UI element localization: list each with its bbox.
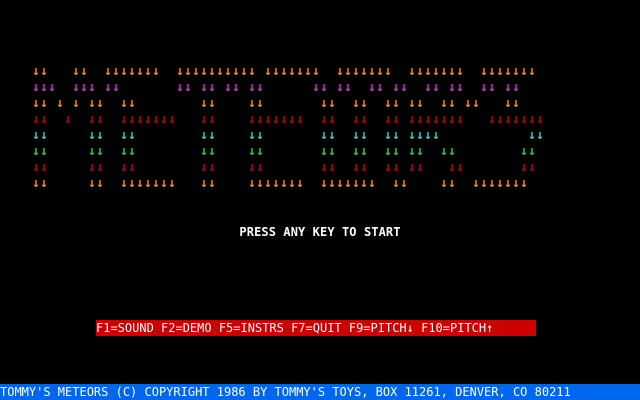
- title-logo-row: ↓↓ ↓↓ ↓↓↓↓↓↓↓ ↓↓↓↓↓↓↓↓↓↓ ↓↓↓↓↓↓↓ ↓↓↓↓↓↓↓…: [32, 64, 536, 79]
- press-any-key-prompt: PRESS ANY KEY TO START: [239, 225, 401, 239]
- meteors-title-logo: ↓↓ ↓↓ ↓↓↓↓↓↓↓ ↓↓↓↓↓↓↓↓↓↓ ↓↓↓↓↓↓↓ ↓↓↓↓↓↓↓…: [32, 64, 576, 192]
- copyright-status-bar: TOMMY'S METEORS (C) COPYRIGHT 1986 BY TO…: [0, 384, 640, 400]
- title-logo-row: ↓↓ ↓↓ ↓↓ ↓↓ ↓↓ ↓↓ ↓↓ ↓↓ ↓↓↓↓ ↓↓: [32, 128, 544, 143]
- function-key-bar: F1=SOUND F2=DEMO F5=INSTRS F7=QUIT F9=PI…: [96, 320, 536, 336]
- copyright-text: TOMMY'S METEORS (C) COPYRIGHT 1986 BY TO…: [0, 385, 571, 399]
- title-logo-row: ↓↓ ↓ ↓↓ ↓↓↓↓↓↓↓ ↓↓ ↓↓↓↓↓↓↓ ↓↓ ↓↓ ↓↓ ↓↓↓↓…: [32, 112, 544, 127]
- title-logo-row: ↓↓ ↓↓ ↓↓ ↓↓ ↓↓ ↓↓ ↓↓ ↓↓ ↓↓ ↓↓ ↓↓: [32, 144, 536, 159]
- title-logo-row: ↓↓ ↓ ↓ ↓↓ ↓↓ ↓↓ ↓↓ ↓↓ ↓↓ ↓↓ ↓↓ ↓↓ ↓↓ ↓↓: [32, 96, 520, 111]
- function-key-legend: F1=SOUND F2=DEMO F5=INSTRS F7=QUIT F9=PI…: [96, 321, 494, 335]
- game-screen[interactable]: ↓↓ ↓↓ ↓↓↓↓↓↓↓ ↓↓↓↓↓↓↓↓↓↓ ↓↓↓↓↓↓↓ ↓↓↓↓↓↓↓…: [0, 0, 640, 400]
- title-logo-row: ↓↓↓ ↓↓↓ ↓↓ ↓↓ ↓↓ ↓↓ ↓↓ ↓↓ ↓↓ ↓↓ ↓↓ ↓↓ ↓↓…: [32, 80, 520, 95]
- title-logo-row: ↓↓ ↓↓ ↓↓ ↓↓ ↓↓ ↓↓ ↓↓ ↓↓ ↓↓ ↓↓ ↓↓: [32, 160, 536, 175]
- title-logo-row: ↓↓ ↓↓ ↓↓↓↓↓↓↓ ↓↓ ↓↓↓↓↓↓↓ ↓↓↓↓↓↓↓ ↓↓ ↓↓ ↓…: [32, 176, 528, 191]
